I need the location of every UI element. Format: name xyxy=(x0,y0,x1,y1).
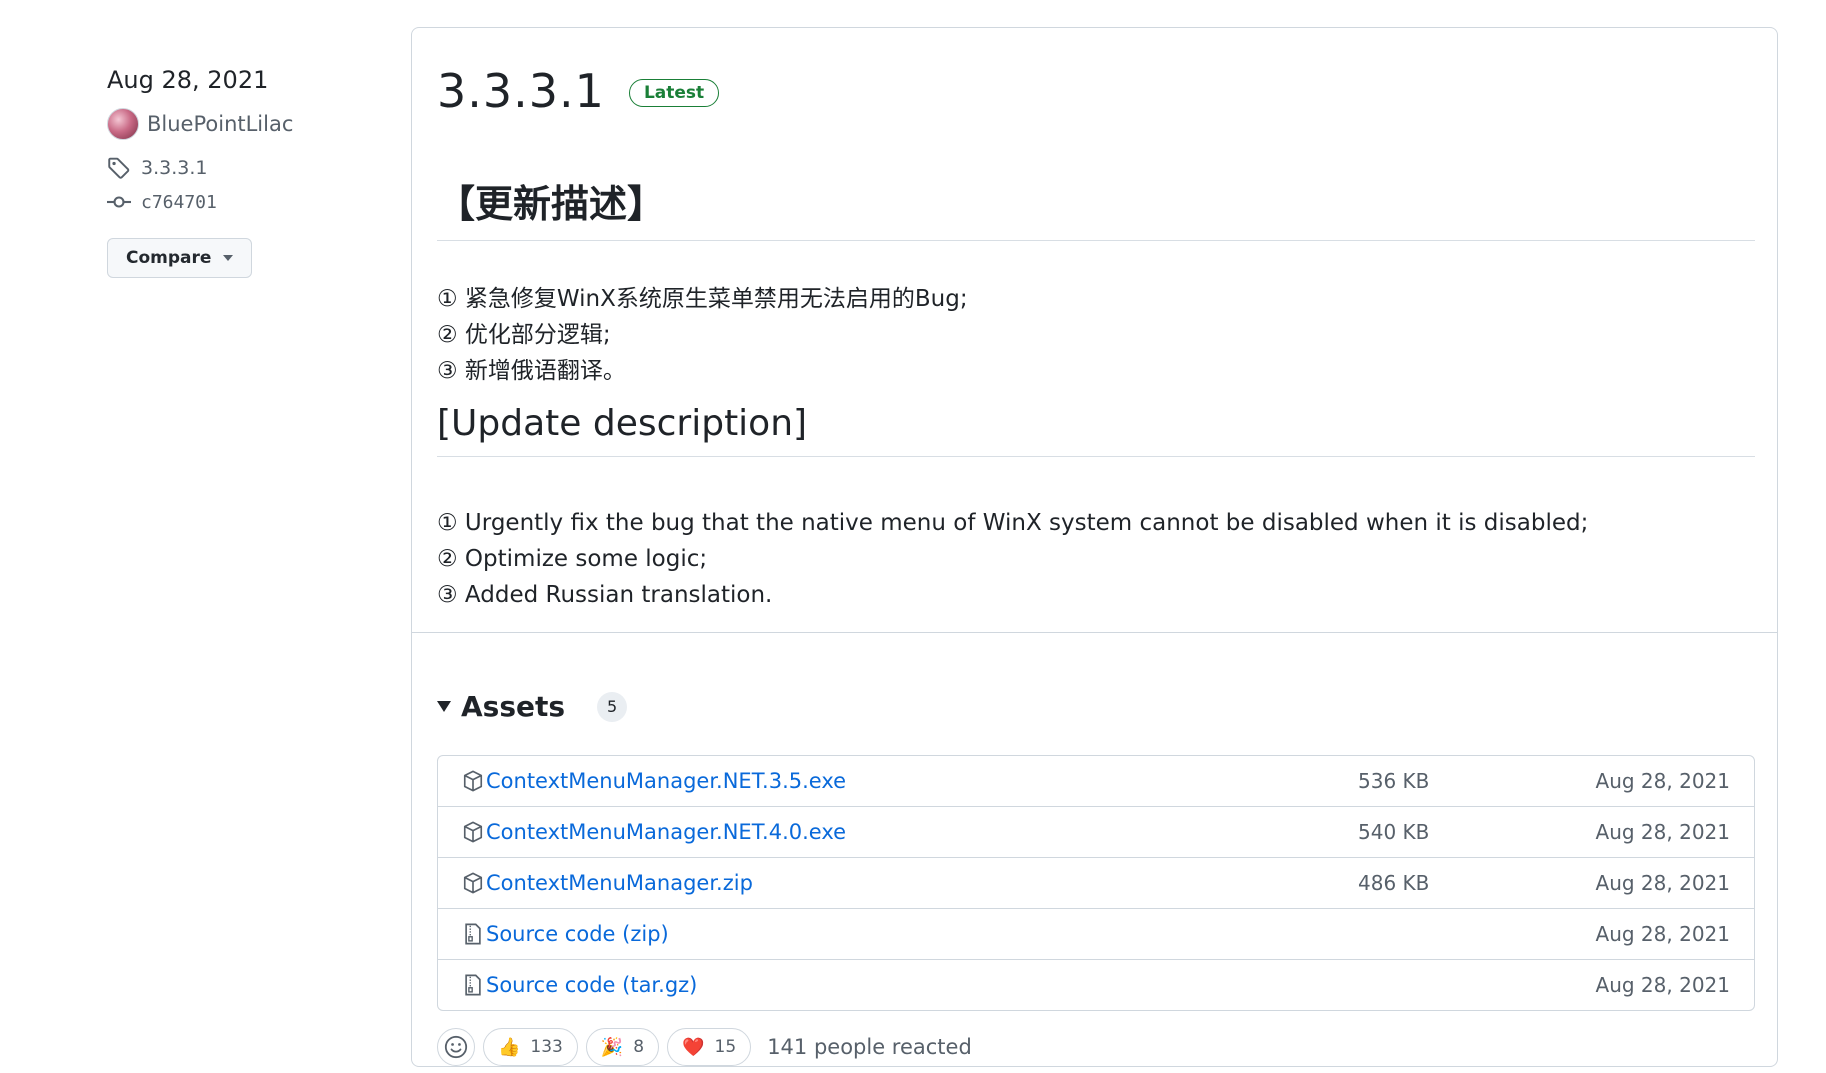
reaction-count: 8 xyxy=(633,1037,645,1057)
asset-row: Source code (zip) Aug 28, 2021 xyxy=(438,908,1754,959)
commit-icon xyxy=(107,196,131,208)
list-item: ② Optimize some logic; xyxy=(437,546,708,572)
chevron-down-icon xyxy=(223,255,234,261)
party-popper-icon: 🎉 xyxy=(600,1036,624,1058)
asset-link[interactable]: Source code (tar.gz) xyxy=(486,973,697,997)
avatar[interactable] xyxy=(107,108,139,140)
assets-list: ContextMenuManager.NET.3.5.exe 536 KB Au… xyxy=(437,755,1755,1011)
compare-button[interactable]: Compare xyxy=(107,238,253,278)
reaction-heart-button[interactable]: ❤️ 15 xyxy=(667,1028,752,1066)
list-item: ③ Added Russian translation. xyxy=(437,582,773,608)
heart-icon: ❤️ xyxy=(682,1036,705,1058)
package-icon xyxy=(463,872,483,894)
list-item: ① Urgently fix the bug that the native m… xyxy=(437,510,1589,536)
package-icon xyxy=(463,770,483,792)
package-icon xyxy=(463,821,483,843)
release-sidebar: Aug 28, 2021 BluePointLilac 3.3.3.1 c764… xyxy=(107,66,397,278)
asset-size: 536 KB xyxy=(1358,769,1430,793)
commit-link[interactable]: c764701 xyxy=(107,190,397,214)
assets-toggle[interactable]: Assets 5 xyxy=(437,690,628,723)
asset-row: Source code (tar.gz) Aug 28, 2021 xyxy=(438,959,1754,1010)
asset-row: ContextMenuManager.NET.4.0.exe 540 KB Au… xyxy=(438,806,1754,857)
asset-size: 486 KB xyxy=(1358,871,1430,895)
asset-link[interactable]: Source code (zip) xyxy=(486,922,669,946)
heading-en: [Update description] xyxy=(437,403,1755,457)
heading-cn: 【更新描述】 xyxy=(437,173,1755,241)
reaction-count: 15 xyxy=(714,1037,737,1057)
asset-row: ContextMenuManager.NET.3.5.exe 536 KB Au… xyxy=(438,756,1754,806)
asset-date: Aug 28, 2021 xyxy=(1595,922,1730,946)
asset-link[interactable]: ContextMenuManager.zip xyxy=(486,871,753,895)
reaction-hooray-button[interactable]: 🎉 8 xyxy=(585,1028,660,1066)
thumbs-up-icon: 👍 xyxy=(498,1036,521,1058)
list-item: ③ 新增俄语翻译。 xyxy=(437,358,626,384)
commit-hash[interactable]: c764701 xyxy=(141,192,217,213)
reactions-bar: 👍 133 🎉 8 ❤️ 15 141 people reacted xyxy=(437,1028,972,1066)
compare-label: Compare xyxy=(126,248,212,268)
author-name[interactable]: BluePointLilac xyxy=(147,112,293,136)
notes-list-cn: ① 紧急修复WinX系统原生菜单禁用无法启用的Bug; ② 优化部分逻辑; ③ … xyxy=(437,281,1755,389)
release-title[interactable]: 3.3.3.1 xyxy=(437,64,605,118)
asset-link[interactable]: ContextMenuManager.NET.3.5.exe xyxy=(486,769,846,793)
author-link[interactable]: BluePointLilac xyxy=(107,108,397,140)
reactions-summary: 141 people reacted xyxy=(767,1035,972,1059)
asset-link[interactable]: ContextMenuManager.NET.4.0.exe xyxy=(486,820,846,844)
add-reaction-button[interactable] xyxy=(437,1028,475,1066)
smiley-icon xyxy=(444,1035,468,1059)
divider xyxy=(412,632,1777,633)
notes-list-en: ① Urgently fix the bug that the native m… xyxy=(437,505,1755,613)
assets-count-badge: 5 xyxy=(597,691,628,722)
list-item: ① 紧急修复WinX系统原生菜单禁用无法启用的Bug; xyxy=(437,286,968,312)
release-card: 3.3.3.1 Latest 【更新描述】 ① 紧急修复WinX系统原生菜单禁用… xyxy=(411,27,1778,1067)
asset-size: 540 KB xyxy=(1358,820,1430,844)
release-date: Aug 28, 2021 xyxy=(107,66,269,94)
asset-date: Aug 28, 2021 xyxy=(1595,973,1730,997)
triangle-down-icon xyxy=(437,701,451,712)
list-item: ② 优化部分逻辑; xyxy=(437,322,611,348)
file-zip-icon xyxy=(465,923,481,945)
reaction-count: 133 xyxy=(530,1037,563,1057)
latest-badge: Latest xyxy=(628,79,720,107)
assets-title[interactable]: Assets xyxy=(461,690,565,723)
tag-link[interactable]: 3.3.3.1 xyxy=(107,156,397,180)
file-zip-icon xyxy=(465,974,481,996)
tag-name[interactable]: 3.3.3.1 xyxy=(141,157,207,179)
asset-row: ContextMenuManager.zip 486 KB Aug 28, 20… xyxy=(438,857,1754,908)
asset-date: Aug 28, 2021 xyxy=(1595,871,1730,895)
tag-icon xyxy=(108,157,130,179)
release-header: 3.3.3.1 Latest xyxy=(437,64,720,118)
reaction-thumbs-up-button[interactable]: 👍 133 xyxy=(483,1028,578,1066)
asset-date: Aug 28, 2021 xyxy=(1595,769,1730,793)
asset-date: Aug 28, 2021 xyxy=(1595,820,1730,844)
